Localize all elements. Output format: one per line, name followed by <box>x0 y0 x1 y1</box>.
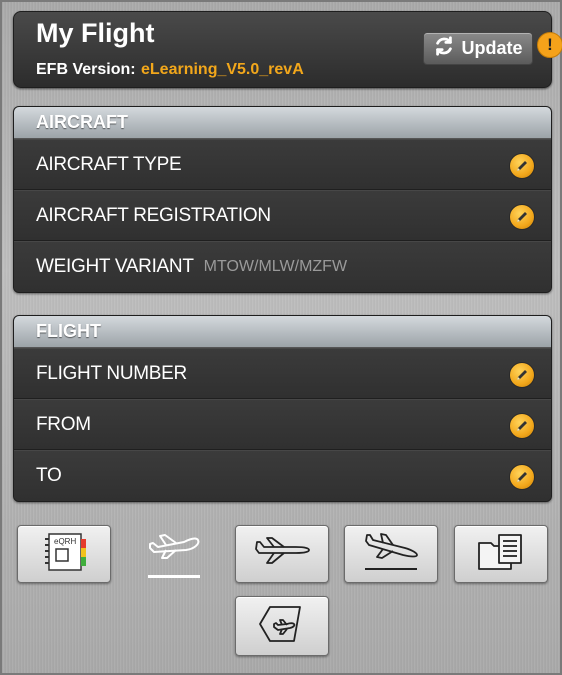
efb-version-value: eLearning_V5.0_revA <box>141 61 304 78</box>
eqrh-text: eQRH <box>54 537 76 546</box>
aircraft-panel: AIRCRAFT AIRCRAFT TYPE AIRCRAFT REGISTRA… <box>13 106 552 293</box>
takeoff-icon <box>144 530 204 569</box>
landing-icon <box>361 531 421 578</box>
update-label: Update <box>461 38 523 58</box>
from-label: FROM <box>36 413 91 435</box>
aircraft-registration-row[interactable]: AIRCRAFT REGISTRATION <box>14 190 551 241</box>
update-button[interactable]: Update <box>423 32 533 65</box>
eqrh-button[interactable]: eQRH <box>17 525 111 583</box>
weight-variant-row[interactable]: WEIGHT VARIANT MTOW/MLW/MZFW <box>14 241 551 292</box>
to-label: TO <box>36 465 62 486</box>
aircraft-heading: AIRCRAFT <box>14 107 551 139</box>
cruise-button[interactable] <box>235 525 329 583</box>
page-title: My Flight <box>36 18 155 48</box>
flight-number-label: FLIGHT NUMBER <box>36 362 187 384</box>
pencil-icon[interactable] <box>509 203 535 230</box>
pencil-icon[interactable] <box>509 361 535 388</box>
from-row[interactable]: FROM <box>14 399 551 450</box>
aircraft-type-label: AIRCRAFT TYPE <box>36 153 182 175</box>
takeoff-tab[interactable] <box>141 525 207 583</box>
eqrh-icon: eQRH <box>34 531 94 578</box>
active-tab-indicator <box>148 575 200 578</box>
loadsheet-icon <box>252 603 312 650</box>
flight-panel: FLIGHT FLIGHT NUMBER FROM TO <box>13 315 552 502</box>
refresh-icon <box>433 35 455 62</box>
weight-variant-label: WEIGHT VARIANT <box>36 256 194 277</box>
loadsheet-button[interactable] <box>235 596 329 656</box>
pencil-icon[interactable] <box>509 412 535 439</box>
documents-icon <box>471 531 531 578</box>
aircraft-type-row[interactable]: AIRCRAFT TYPE <box>14 139 551 190</box>
my-flight-header: My Flight EFB Version: eLearning_V5.0_re… <box>13 11 562 88</box>
flight-number-row[interactable]: FLIGHT NUMBER <box>14 348 551 399</box>
pencil-icon[interactable] <box>509 152 535 179</box>
pencil-icon[interactable] <box>509 464 535 490</box>
cruise-icon <box>252 531 312 578</box>
flight-heading: FLIGHT <box>14 316 551 348</box>
alert-icon: ! <box>537 32 562 58</box>
documents-button[interactable] <box>454 525 548 583</box>
weight-variant-hint: MTOW/MLW/MZFW <box>203 258 348 275</box>
aircraft-registration-label: AIRCRAFT REGISTRATION <box>36 204 271 226</box>
landing-button[interactable] <box>344 525 438 583</box>
efb-version-label: EFB Version: <box>36 61 136 78</box>
to-row[interactable]: TO <box>14 450 551 501</box>
